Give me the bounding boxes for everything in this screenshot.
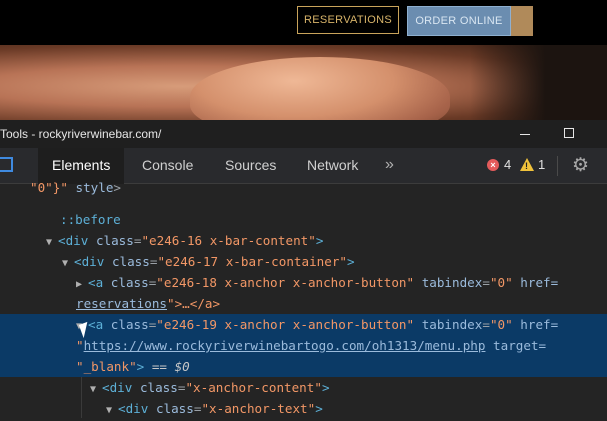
order-online-button[interactable]: ORDER ONLINE	[407, 6, 511, 36]
gear-icon[interactable]: ⚙	[572, 156, 592, 176]
dom-line[interactable]: ▼ <div class="x-anchor-text">	[106, 398, 323, 419]
website-area: RESERVATIONS ORDER ONLINE	[0, 0, 607, 120]
dom-line-selected[interactable]: ▼ <a class="e246-19 x-anchor x-anchor-but…	[76, 314, 558, 335]
warning-count[interactable]: 1	[538, 157, 545, 172]
dom-line[interactable]: ▼ <div class="e246-17 x-bar-container">	[62, 251, 355, 272]
attr-name: class	[111, 254, 150, 269]
dom-line[interactable]: ::before	[60, 209, 121, 230]
attr-value: "0"	[489, 275, 513, 290]
attr-name: tabindex	[421, 275, 483, 290]
attr-value: "e246-17 x-bar-container"	[157, 254, 348, 269]
pseudo-element: ::before	[60, 212, 121, 227]
attr-name: class	[110, 275, 149, 290]
tag-name: div	[65, 233, 89, 248]
tag-name: div	[125, 401, 149, 416]
reservations-button[interactable]: RESERVATIONS	[297, 6, 399, 34]
attr-name: href=	[520, 317, 559, 332]
dom-line[interactable]: ▼ <div class="x-anchor-content">	[90, 377, 330, 398]
tab-network[interactable]: Network	[293, 148, 372, 183]
tag-close: >	[113, 180, 122, 195]
collapse-triangle-icon[interactable]: ▶	[76, 274, 88, 295]
attr-value: "e246-16 x-bar-content"	[141, 233, 316, 248]
attr-value: "0"}"	[30, 180, 68, 195]
minimize-button[interactable]	[514, 122, 536, 144]
tag-name: a	[95, 317, 104, 332]
selected-marker: == $0	[144, 359, 190, 374]
more-tabs-icon[interactable]: »	[385, 156, 403, 174]
attr-value: "e246-18 x-anchor x-anchor-button"	[156, 275, 415, 290]
devtools-titlebar: Tools - rockyriverwinebar.com/	[0, 120, 607, 148]
attr-value: "e246-19 x-anchor x-anchor-button"	[156, 317, 415, 332]
order-button-edge	[511, 6, 533, 36]
href-link[interactable]: https://www.rockyriverwinebartogo.com/oh…	[84, 338, 486, 353]
toolbar-divider	[557, 156, 558, 176]
tag-name: div	[81, 254, 105, 269]
dom-line[interactable]: ▶ <a class="e246-18 x-anchor x-anchor-but…	[76, 272, 558, 293]
inspect-icon[interactable]	[0, 156, 14, 174]
attr-name: tabindex	[421, 317, 483, 332]
devtools-window: Tools - rockyriverwinebar.com/ Elements …	[0, 120, 607, 418]
hero-image	[0, 45, 607, 120]
window-title: Tools - rockyriverwinebar.com/	[0, 127, 162, 141]
attr-name: class	[155, 401, 194, 416]
error-icon[interactable]: ×	[487, 159, 499, 171]
attr-value: "x-anchor-content"	[185, 380, 322, 395]
tag-name: div	[109, 380, 133, 395]
hero-shadow	[470, 45, 607, 120]
dom-line-selected[interactable]: "_blank"> == $0	[76, 356, 190, 377]
attr-name: class	[139, 380, 178, 395]
attr-name: class	[95, 233, 134, 248]
indent-guide	[81, 377, 82, 418]
elements-panel: "0"}" style> ::before ▼ <div class="e246-…	[0, 180, 607, 419]
href-link[interactable]: reservations	[76, 296, 167, 311]
maximize-button[interactable]	[558, 122, 580, 144]
attr-value: "x-anchor-text"	[201, 401, 316, 416]
attr-value-end: ">…</a>	[167, 296, 221, 311]
dom-line[interactable]: ▼ <div class="e246-16 x-bar-content">	[46, 230, 323, 251]
attr-name: style	[67, 180, 114, 195]
tab-sources[interactable]: Sources	[211, 148, 290, 183]
expand-triangle-icon[interactable]: ▼	[90, 379, 102, 400]
dom-line-selected[interactable]: "https://www.rockyriverwinebartogo.com/o…	[76, 335, 546, 356]
attr-value: "_blank"	[76, 359, 137, 374]
tag-name: a	[95, 275, 104, 290]
expand-triangle-icon[interactable]: ▼	[46, 232, 58, 253]
expand-triangle-icon[interactable]: ▼	[62, 253, 74, 274]
hero-hand-shape	[190, 57, 450, 120]
attr-name: target=	[485, 338, 547, 353]
attr-name: href=	[520, 275, 559, 290]
tab-console[interactable]: Console	[128, 148, 207, 183]
dom-line[interactable]: reservations">…</a>	[76, 293, 220, 314]
warning-mark: !	[525, 161, 528, 171]
attr-value: "0"	[489, 317, 513, 332]
error-count[interactable]: 4	[504, 157, 511, 172]
attr-name: class	[110, 317, 149, 332]
dom-line[interactable]: "0"}" style>	[30, 177, 121, 198]
